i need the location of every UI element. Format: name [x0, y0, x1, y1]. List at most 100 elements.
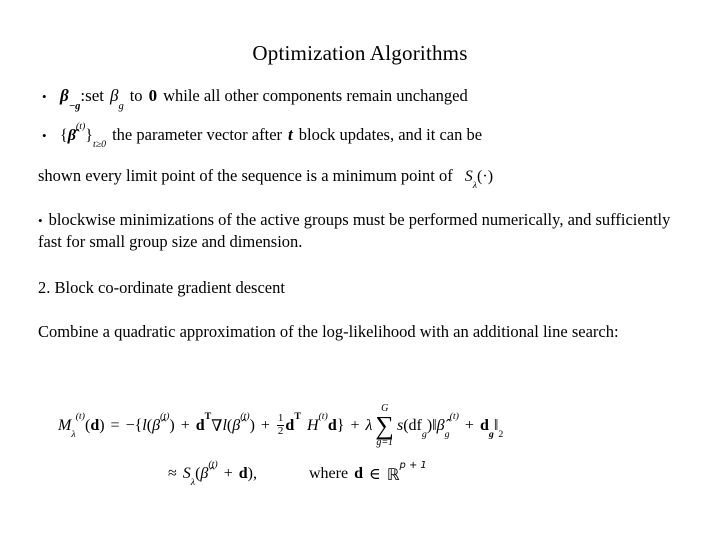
eq-norm-subscript: 2 — [498, 429, 504, 441]
math-beta-symbol: β — [60, 86, 69, 105]
eq-d-transpose-2: T — [294, 410, 301, 422]
eq-d-bold-1: dT — [195, 411, 212, 435]
math-S-lambda: Sλ(·) — [464, 168, 494, 191]
eq-df-label: df — [408, 417, 422, 434]
bullet-dot-icon: • — [38, 213, 43, 228]
math-t-symbol: t — [288, 125, 293, 144]
eq-frac-numerator: 1 — [276, 411, 285, 426]
bullet-beta-minus-g-content: β−g:set βgto 0 while all other components r… — [60, 86, 698, 112]
eq-beta-hat-g: β̂g (t) — [436, 411, 459, 440]
bullet-item-beta-hat-sequence: • {β̂(t)}t≥0 the parameter vector after t b… — [38, 121, 698, 150]
math-bold-zero: 0 — [148, 86, 158, 105]
eq-d-symbol-1: d — [195, 417, 205, 434]
bullet-2-tail-text: block updates, and it can be — [298, 125, 483, 144]
eq-d-symbol-2: d — [285, 417, 295, 434]
eq2-beta-hat: β̂(t) — [200, 459, 217, 483]
eq-M-symbol: M — [58, 417, 72, 434]
eq-lhs-d: d — [90, 417, 100, 434]
eq-plus-2: + — [260, 417, 270, 434]
eq2-approx: ≈ — [168, 465, 177, 482]
eq-M-subscript: λ — [71, 429, 76, 441]
eq2-beta-hat-superscript: (t) — [208, 458, 218, 470]
eq-beta-hat-symbol-1: β̂ — [152, 417, 161, 434]
eq-df-text: dfg — [408, 417, 427, 440]
eq2-real-numbers: ℝp + 1 — [386, 461, 427, 484]
slide-canvas: Optimization Algorithms • β−g:set βgto 0 wh… — [0, 0, 720, 540]
math-beta-g: βg — [110, 86, 124, 112]
eq2-S-subscript: λ — [190, 477, 196, 489]
math-S-subscript: λ — [472, 180, 478, 192]
math-beta-minus-g: β−g — [60, 86, 80, 112]
bullet-dot-icon: • — [42, 128, 47, 143]
eq2-comma: , — [253, 465, 257, 482]
eq2-S-lambda: Sλ — [182, 465, 195, 488]
eq-beta-hat-2: β̂(t) — [232, 411, 249, 435]
eq-M-superscript: (t) — [75, 410, 85, 422]
eq-beta-hat-sup-2: (t) — [240, 410, 250, 422]
math-beta-hat-symbol: β̂ — [67, 127, 76, 144]
math-seq-close-brace: } — [85, 127, 93, 144]
eq-d-bold-3: d — [327, 417, 337, 434]
eq-paren-close-1: ) — [169, 417, 175, 434]
eq-sum-symbol: ∑ — [375, 411, 394, 441]
math-seq-subscript: t≥0 — [92, 139, 107, 151]
eq-d-bold-2: dT — [285, 411, 301, 435]
eq-d-g-subscript: g — [488, 429, 494, 441]
bullet-1-tail-text: while all other components remain unchan… — [163, 86, 468, 105]
math-beta-hat-sequence: {β̂(t)}t≥0 — [60, 121, 106, 150]
eq-beta-hat-g-subscript: g — [444, 429, 450, 441]
eq-brace-close: } — [336, 417, 345, 434]
math-S-symbol: S — [464, 168, 473, 185]
bullet-beta-hat-content: {β̂(t)}t≥0 the parameter vector after t blo… — [60, 121, 698, 150]
eq2-element-of: ∈ — [369, 466, 381, 483]
eq-one-half-fraction: 12 — [276, 411, 285, 437]
eq-d-transpose-1: T — [204, 410, 212, 422]
eq-sum-lower-limit: g=1 — [376, 436, 394, 448]
bullet-item-beta-minus-g: • β−g:set βgto 0 while all other components… — [38, 86, 698, 112]
bullet-dot-icon: • — [42, 89, 47, 104]
eq-equals: = — [110, 417, 120, 434]
eq-beta-hat-symbol-2: β̂ — [232, 417, 241, 434]
slide-body: • β−g:set βgto 0 while all other components… — [38, 86, 698, 343]
math-beta-g-subscript: g — [118, 100, 124, 112]
page-title: Optimization Algorithms — [252, 41, 468, 65]
text-to: to — [129, 86, 143, 105]
eq-lhs-paren-close: ) — [99, 417, 105, 434]
eq-H-superscript: (t) — [318, 410, 328, 422]
eq-beta-hat-1: β̂(t) — [152, 411, 169, 435]
blockwise-text: blockwise minimizations of the active gr… — [38, 210, 671, 251]
eq-lhs-M: Mλ (t) — [58, 411, 85, 440]
section-heading-block-cgd: 2. Block co-ordinate gradient descent — [38, 278, 285, 297]
eq2-plus: + — [223, 465, 233, 482]
eq2-where-label: where — [309, 465, 349, 482]
eq2-S-symbol: S — [182, 465, 191, 482]
text-set: :set — [80, 86, 104, 105]
eq-lambda: λ — [365, 417, 373, 434]
eq-H-matrix: H(t) — [306, 411, 328, 435]
math-S-argument: (·) — [477, 168, 494, 185]
bullet-2-mid-text: the parameter vector after — [112, 125, 283, 144]
paragraph-combine: Combine a quadratic approximation of the… — [38, 322, 619, 341]
math-beta-subscript: −g — [68, 100, 81, 112]
eq-plus-1: + — [180, 417, 190, 434]
eq-paren-close-2: ) — [249, 417, 255, 434]
eq-norm-close: ‖2 — [494, 417, 503, 440]
math-seq-open-brace: { — [60, 127, 68, 144]
eq-brace-open: { — [134, 417, 143, 434]
eq-plus-4: + — [464, 417, 474, 434]
eq-d-g-symbol: d — [479, 417, 489, 434]
eq2-d-bold: d — [238, 465, 248, 482]
eq-frac-denominator: 2 — [277, 424, 284, 437]
eq2-reals-exponent: p + 1 — [399, 460, 427, 472]
eq-plus-3: + — [350, 417, 360, 434]
equation-line-1: Mλ(t)(d) = −{l(β̂(t)) + dT ∇ l(β̂(t)) +1 2 dT H(t)… — [0, 398, 720, 454]
limit-point-text: shown every limit point of the sequence … — [38, 166, 453, 185]
limit-point-line: shown every limit point of the sequence … — [38, 166, 698, 191]
eq-H-symbol: H — [306, 417, 319, 434]
eq-df-subscript: g — [421, 429, 427, 441]
eq-beta-hat-sup-1: (t) — [160, 410, 170, 422]
eq2-reals-symbol: ℝ — [386, 464, 400, 484]
eq-summation: G ∑ g=1 — [375, 404, 394, 447]
eq-beta-hat-g-superscript: (t) — [449, 410, 459, 422]
eq-beta-hat-symbol-3: β̂ — [436, 417, 445, 434]
